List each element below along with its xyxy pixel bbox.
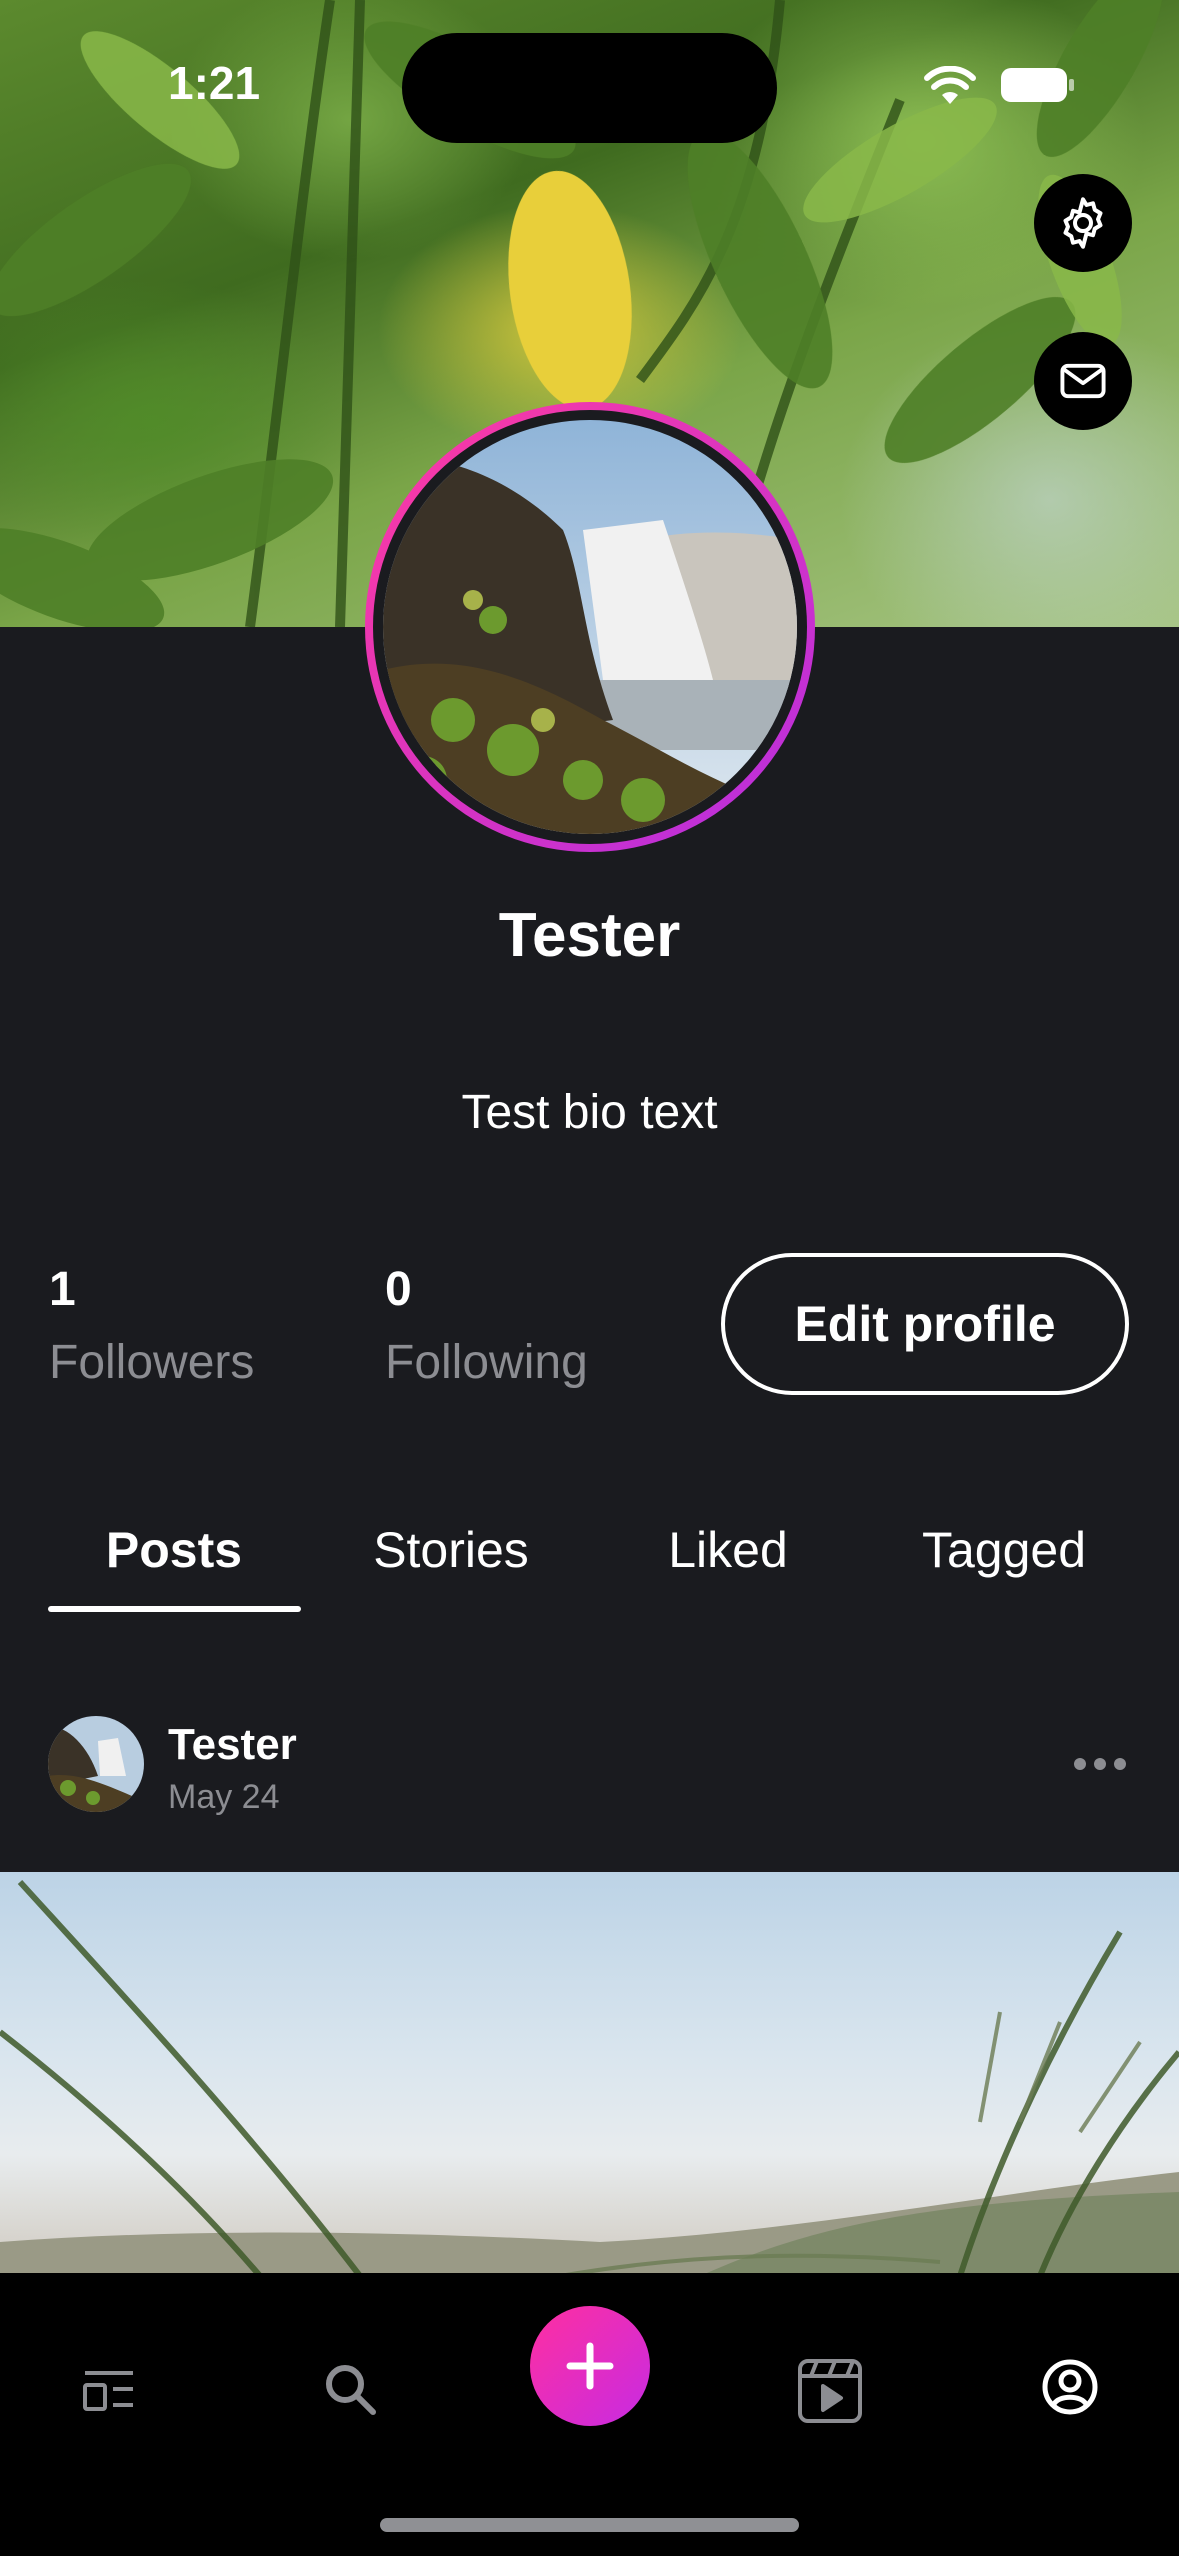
gear-icon bbox=[1063, 197, 1103, 249]
profile-avatar[interactable] bbox=[365, 402, 815, 852]
ellipsis-icon[interactable] bbox=[1072, 1756, 1128, 1772]
post-author-name[interactable]: Tester bbox=[168, 1720, 297, 1770]
following-count: 0 bbox=[385, 1263, 412, 1316]
profile-tabs: Posts Stories Liked Tagged bbox=[0, 1520, 1179, 1610]
followers-count: 1 bbox=[49, 1263, 76, 1316]
following-label: Following bbox=[385, 1336, 588, 1389]
feed-icon bbox=[83, 2371, 133, 2411]
tab-bar-reels[interactable] bbox=[796, 2357, 864, 2425]
active-tab-indicator bbox=[48, 1606, 301, 1612]
settings-button[interactable] bbox=[1034, 174, 1132, 272]
avatar-border bbox=[373, 410, 807, 844]
profile-icon bbox=[1042, 2359, 1098, 2415]
followers-stat[interactable]: 1 Followers bbox=[49, 1262, 254, 1390]
followers-label: Followers bbox=[49, 1336, 255, 1389]
reels-icon bbox=[798, 2359, 862, 2423]
dynamic-island bbox=[402, 33, 777, 143]
profile-screen: 1:21 Tester Test bio text 1 Followers 0 … bbox=[0, 0, 1179, 2556]
tab-bar-profile[interactable] bbox=[1040, 2357, 1100, 2417]
search-icon bbox=[326, 2365, 376, 2415]
post-header: Tester May 24 bbox=[0, 1716, 1179, 1816]
tab-bar-feed[interactable] bbox=[74, 2361, 144, 2421]
edit-profile-button[interactable]: Edit profile bbox=[721, 1253, 1129, 1395]
messages-button[interactable] bbox=[1034, 332, 1132, 430]
tab-tagged[interactable]: Tagged bbox=[866, 1520, 1142, 1610]
post-image[interactable] bbox=[0, 1872, 1179, 2276]
bottom-tab-bar bbox=[0, 2273, 1179, 2556]
tab-liked[interactable]: Liked bbox=[590, 1520, 866, 1610]
tab-bar-search[interactable] bbox=[318, 2357, 382, 2421]
home-indicator[interactable] bbox=[380, 2518, 799, 2532]
post-date: May 24 bbox=[168, 1778, 280, 1816]
plus-icon bbox=[566, 2342, 614, 2390]
avatar-photo bbox=[383, 420, 797, 834]
envelope-icon bbox=[1060, 363, 1106, 399]
status-time: 1:21 bbox=[168, 57, 261, 109]
tab-bar-create[interactable] bbox=[530, 2306, 650, 2426]
wifi-icon bbox=[924, 66, 976, 104]
tab-stories[interactable]: Stories bbox=[313, 1520, 589, 1610]
profile-name: Tester bbox=[498, 901, 681, 970]
following-stat[interactable]: 0 Following bbox=[385, 1262, 588, 1390]
post-author-avatar[interactable] bbox=[48, 1716, 144, 1812]
battery-icon bbox=[1001, 68, 1074, 102]
tab-posts[interactable]: Posts bbox=[36, 1520, 312, 1610]
profile-bio: Test bio text bbox=[461, 1086, 718, 1139]
